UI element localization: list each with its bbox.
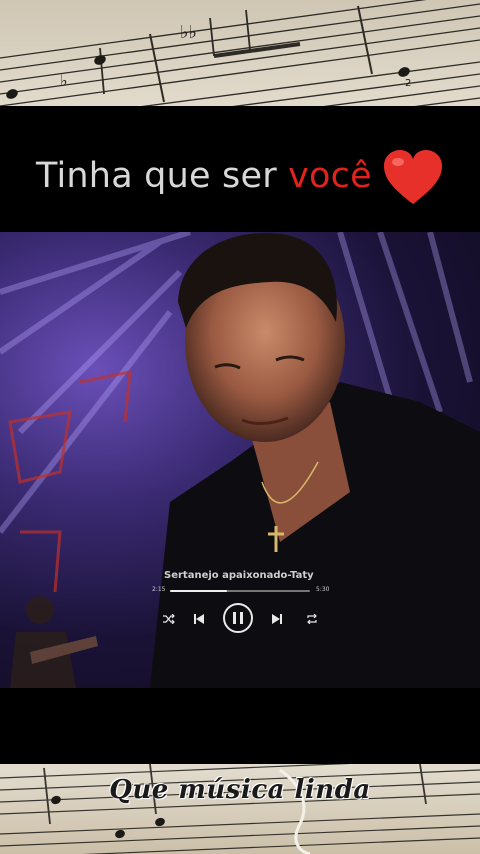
track-title: Sertanejo apaixonado-Taty xyxy=(164,570,314,581)
svg-text:♭: ♭ xyxy=(60,71,68,90)
progress-bar[interactable] xyxy=(170,590,310,592)
title-text: Tinha que ser xyxy=(36,156,289,196)
shuffle-icon[interactable] xyxy=(162,612,176,626)
pause-button[interactable] xyxy=(223,603,253,633)
heart-icon xyxy=(382,148,444,210)
duration-time: 5:30 xyxy=(316,586,330,593)
next-icon[interactable] xyxy=(270,612,284,626)
bottom-band xyxy=(0,688,480,764)
progress-fill xyxy=(170,590,228,592)
sheet-music-top: ♭♭ ♭ 2 xyxy=(0,0,480,106)
video-title: Tinha que ser você xyxy=(36,156,372,196)
pause-icon xyxy=(233,612,243,624)
title-accent-text: você xyxy=(288,156,372,196)
caption-text: Que música linda xyxy=(109,775,371,805)
svg-text:2: 2 xyxy=(405,78,411,89)
svg-text:♭♭: ♭♭ xyxy=(180,22,197,43)
elapsed-time: 2:15 xyxy=(152,586,166,593)
repeat-icon[interactable] xyxy=(305,612,319,626)
previous-icon[interactable] xyxy=(192,612,206,626)
